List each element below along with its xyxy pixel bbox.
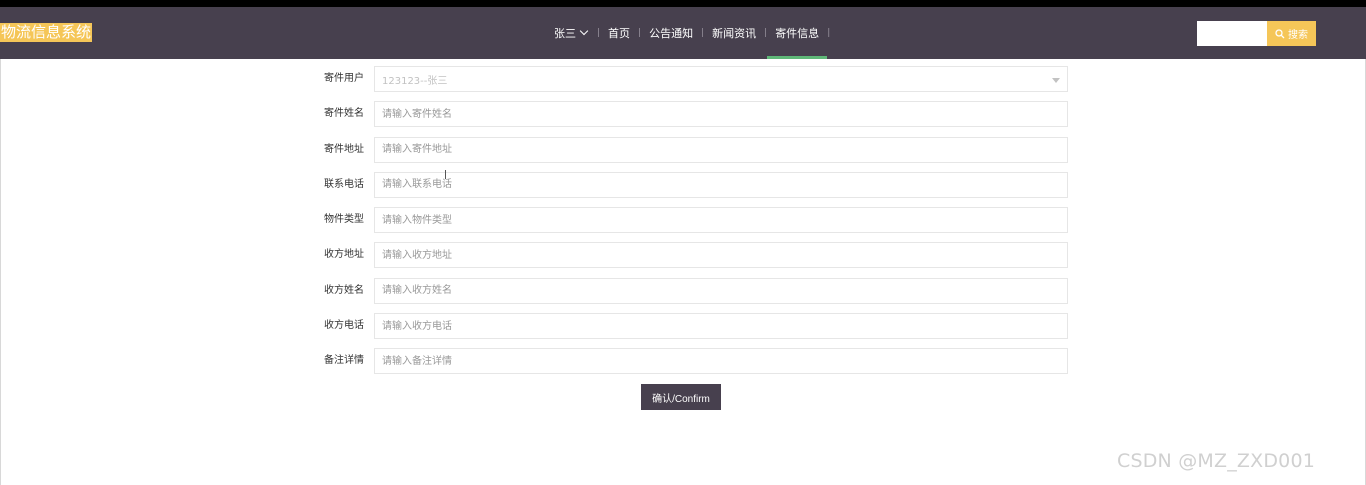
chevron-down-icon (579, 26, 589, 36)
form-row-remarks: 备注详情 (300, 348, 1070, 375)
sender-name-input[interactable] (374, 101, 1068, 128)
field-label: 寄件用户 (324, 73, 364, 84)
main-nav: 张三 | 首页 | 公告通知 | 新闻资讯 | 寄件信息 | (546, 7, 830, 59)
site-header: 物流信息系统 张三 | 首页 | 公告通知 | 新闻资讯 | 寄件信息 | 搜索 (0, 7, 1366, 59)
receiver-phone-input[interactable] (374, 313, 1068, 340)
search-input[interactable] (1197, 21, 1267, 46)
form-row-sender-user: 寄件用户 123123--张三 (300, 66, 1070, 92)
item-type-input[interactable] (374, 207, 1068, 234)
nav-home[interactable]: 首页 (600, 7, 638, 59)
form-row-item-type: 物件类型 (300, 207, 1070, 234)
search-icon (1275, 28, 1285, 38)
confirm-button[interactable]: 确认/Confirm (641, 384, 721, 410)
form-row-contact-phone: 联系电话 (300, 171, 1070, 198)
field-label: 联系电话 (324, 178, 364, 190)
field-label: 物件类型 (324, 214, 364, 226)
form-row-sender-name: 寄件姓名 (300, 101, 1070, 128)
receiver-name-input[interactable] (374, 277, 1068, 304)
shipping-form: 寄件用户 123123--张三 寄件姓名 寄件地址 联系电话 物件类型 收方地址… (300, 66, 1070, 384)
form-row-receiver-name: 收方姓名 (300, 277, 1070, 304)
field-label: 寄件地址 (324, 143, 364, 155)
site-logo[interactable]: 物流信息系统 (0, 23, 93, 42)
user-dropdown[interactable]: 张三 (546, 7, 597, 59)
field-label: 寄件姓名 (324, 108, 364, 120)
top-black-strip (0, 0, 1366, 7)
field-label: 收方电话 (324, 320, 364, 332)
nav-separator: | (827, 28, 831, 38)
select-value: 123123--张三 (382, 75, 448, 87)
nav-announcements[interactable]: 公告通知 (641, 7, 701, 59)
user-name: 张三 (554, 27, 576, 40)
nav-news[interactable]: 新闻资讯 (704, 7, 764, 59)
form-row-receiver-phone: 收方电话 (300, 313, 1070, 340)
search-button[interactable]: 搜索 (1267, 21, 1316, 46)
field-label: 收方地址 (324, 249, 364, 261)
nav-shipping-info[interactable]: 寄件信息 (767, 7, 828, 59)
text-cursor-icon (445, 170, 449, 179)
page-left-border (0, 59, 1, 485)
sender-address-input[interactable] (374, 136, 1068, 163)
field-label: 备注详情 (324, 355, 364, 367)
form-row-sender-address: 寄件地址 (300, 136, 1070, 163)
caret-down-icon (1052, 78, 1060, 83)
contact-phone-input[interactable] (374, 171, 1068, 198)
watermark: CSDN @MZ_ZXD001 (1117, 450, 1316, 472)
field-label: 收方姓名 (324, 284, 364, 296)
receiver-address-input[interactable] (374, 242, 1068, 269)
form-row-receiver-address: 收方地址 (300, 242, 1070, 269)
remarks-input[interactable] (374, 348, 1068, 375)
sender-user-select[interactable]: 123123--张三 (374, 66, 1068, 92)
